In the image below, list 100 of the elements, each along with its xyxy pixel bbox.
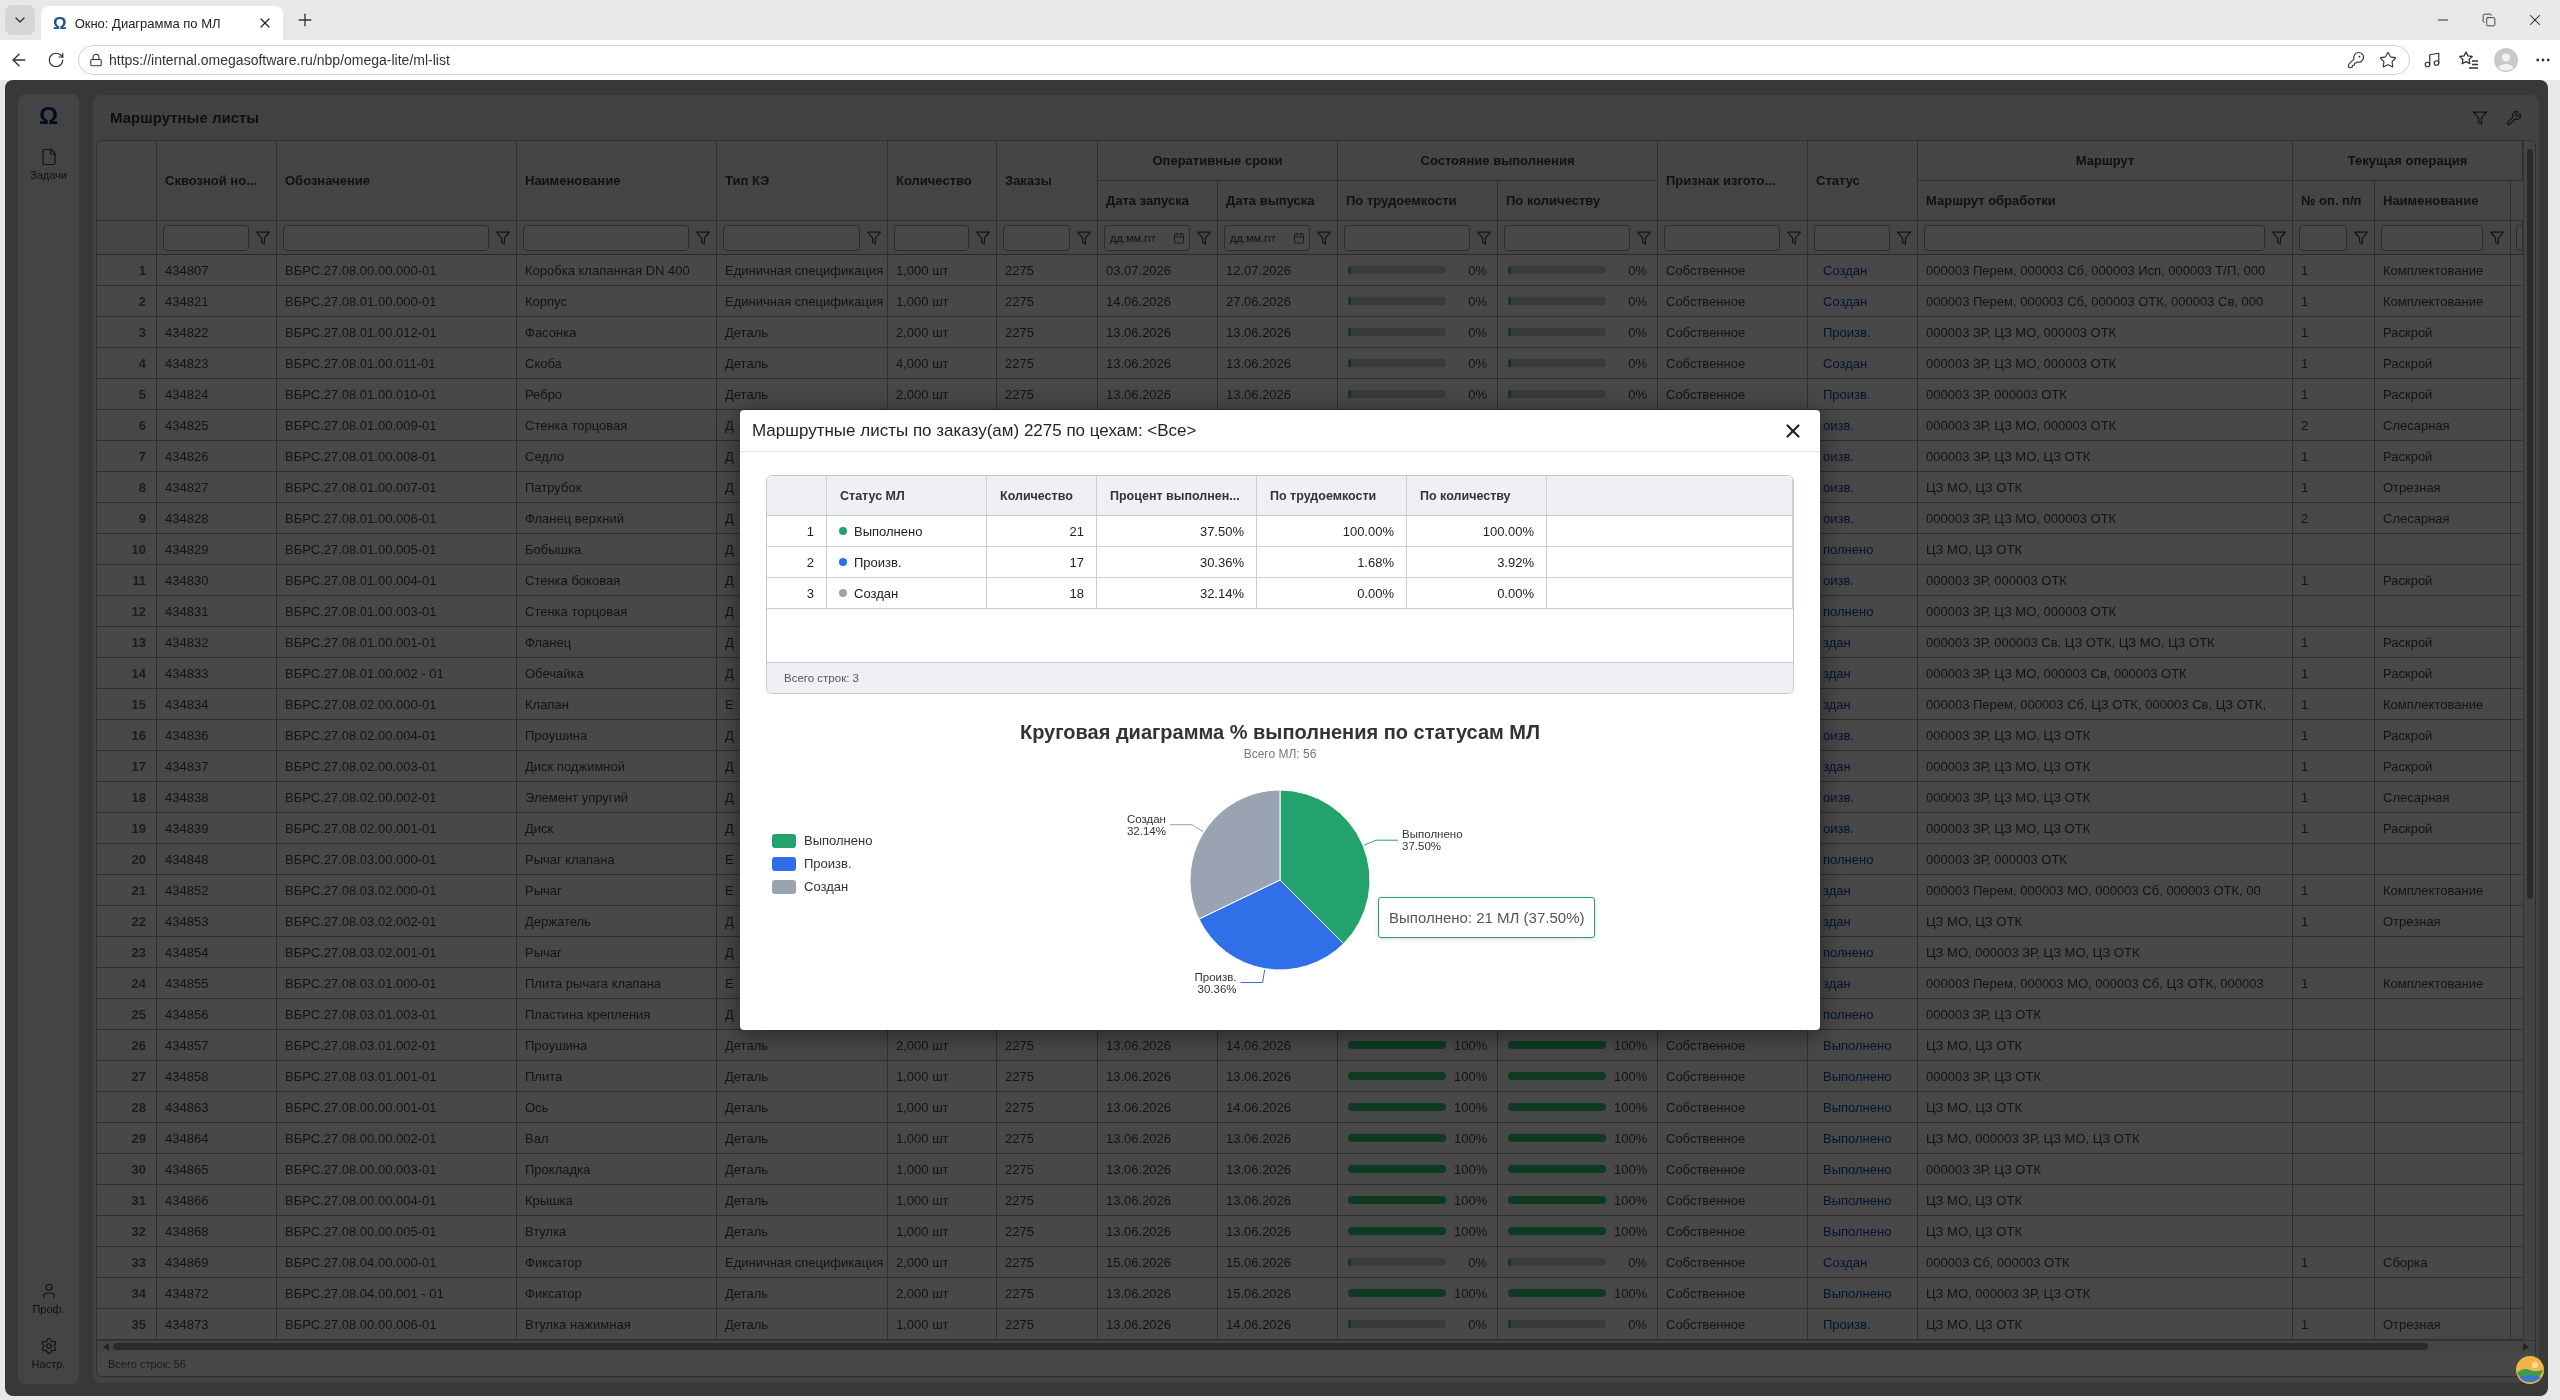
status-link[interactable]: здан — [1823, 975, 1851, 991]
filter-input[interactable] — [523, 224, 689, 251]
app-logo[interactable]: Ω — [38, 102, 59, 130]
triangle-left-icon[interactable] — [103, 1342, 109, 1351]
filter-icon[interactable] — [1317, 230, 1331, 245]
browser-tab[interactable]: Ω Окно: Диаграмма по МЛ — [41, 6, 283, 40]
filter-icon[interactable] — [1897, 230, 1911, 245]
triangle-right-icon[interactable] — [2523, 1342, 2529, 1351]
filter-input[interactable] — [163, 224, 249, 251]
filter-input[interactable] — [1664, 224, 1780, 251]
status-link[interactable]: Выполнено — [1823, 1161, 1892, 1177]
column-header[interactable]: Количество — [987, 476, 1097, 515]
filter-input[interactable] — [1344, 224, 1470, 251]
status-link[interactable]: Создан — [1823, 262, 1868, 278]
pie-slice[interactable] — [1189, 789, 1281, 920]
status-link[interactable]: полнено — [1823, 944, 1874, 960]
status-link[interactable]: полнено — [1823, 851, 1874, 867]
star-list-icon[interactable] — [2459, 51, 2479, 69]
status-link[interactable]: оизв. — [1823, 448, 1854, 464]
status-link[interactable]: оизв. — [1823, 479, 1854, 495]
filter-icon[interactable] — [867, 230, 881, 245]
status-link[interactable]: Выполнено — [1823, 1192, 1892, 1208]
filter-input[interactable] — [1924, 224, 2265, 251]
filter-icon[interactable] — [1787, 230, 1801, 245]
status-link[interactable]: Произв. — [1823, 324, 1871, 340]
filter-icon[interactable] — [696, 230, 710, 245]
status-link[interactable]: полнено — [1823, 603, 1874, 619]
status-link[interactable]: Произв. — [1823, 1316, 1871, 1332]
status-link[interactable]: Создан — [1823, 355, 1868, 371]
filter-input[interactable] — [1814, 224, 1890, 251]
filter-input[interactable] — [723, 224, 860, 251]
restore-icon[interactable] — [2482, 13, 2496, 27]
status-link[interactable]: оизв. — [1823, 417, 1854, 433]
status-link[interactable]: здан — [1823, 696, 1851, 712]
status-link[interactable]: Создан — [1823, 293, 1868, 309]
filter-icon[interactable] — [1637, 230, 1651, 245]
row-count: Всего строк: 3 — [784, 672, 859, 684]
scrollbar-thumb[interactable] — [2526, 149, 2533, 899]
calendar-icon[interactable] — [1173, 231, 1185, 244]
tab-list-button[interactable] — [5, 5, 35, 35]
status-link[interactable]: оизв. — [1823, 727, 1854, 743]
filter-icon[interactable] — [2490, 230, 2504, 245]
status-link[interactable]: оизв. — [1823, 789, 1854, 805]
pie-slice[interactable] — [1198, 879, 1345, 971]
horizontal-scrollbar[interactable] — [97, 1340, 2535, 1352]
avatar-icon[interactable] — [2494, 48, 2518, 72]
filter-icon[interactable] — [2272, 230, 2286, 245]
calendar-icon[interactable] — [1293, 231, 1305, 244]
table-cell: 32.14% — [1097, 578, 1257, 608]
status-link[interactable]: Выполнено — [1823, 1130, 1892, 1146]
slice-value-label: 37.50% — [1402, 840, 1442, 853]
status-link[interactable]: Выполнено — [1823, 1285, 1892, 1301]
key-icon[interactable] — [2347, 51, 2365, 69]
column-header[interactable]: Статус МЛ — [827, 476, 987, 515]
filter-icon[interactable] — [2473, 110, 2487, 125]
status-link[interactable]: Выполнено — [1823, 1099, 1892, 1115]
column-header[interactable]: По количеству — [1407, 476, 1547, 515]
filter-input[interactable] — [2299, 224, 2347, 251]
status-link[interactable]: полнено — [1823, 541, 1874, 557]
status-link[interactable]: оизв. — [1823, 572, 1854, 588]
wrench-icon[interactable] — [2506, 109, 2522, 126]
filter-icon[interactable] — [976, 230, 990, 245]
pie-slice[interactable] — [1279, 789, 1371, 945]
status-link[interactable]: здан — [1823, 634, 1851, 650]
status-link[interactable]: полнено — [1823, 1006, 1874, 1022]
column-header[interactable]: Процент выполнен... — [1097, 476, 1257, 515]
status-link[interactable]: Создан — [1823, 1254, 1868, 1270]
filter-input[interactable] — [283, 224, 489, 251]
status-link[interactable]: оизв. — [1823, 510, 1854, 526]
landscape-icon[interactable] — [2516, 1356, 2544, 1384]
filter-icon[interactable] — [1477, 230, 1491, 245]
filter-icon[interactable] — [496, 230, 510, 245]
star-icon[interactable] — [2379, 51, 2397, 69]
status-link[interactable]: Произв. — [1823, 386, 1871, 402]
reload-icon[interactable] — [47, 51, 65, 69]
filter-icon[interactable] — [256, 230, 270, 245]
column-header[interactable]: По трудоемкости — [1257, 476, 1407, 515]
legend-item[interactable]: Создан — [772, 879, 849, 894]
status-link[interactable]: здан — [1823, 913, 1851, 929]
filter-input[interactable] — [1504, 224, 1630, 251]
filter-icon[interactable] — [1197, 230, 1211, 245]
status-link[interactable]: здан — [1823, 882, 1851, 898]
legend-item[interactable]: Произв. — [772, 856, 852, 871]
filter-input[interactable] — [1003, 224, 1070, 251]
filter-icon[interactable] — [1077, 230, 1091, 245]
table-cell: 100.00% — [1257, 516, 1407, 546]
status-link[interactable]: здан — [1823, 758, 1851, 774]
gear-icon — [39, 1337, 58, 1355]
filter-input[interactable] — [2381, 224, 2483, 251]
filter-input[interactable] — [894, 224, 969, 251]
scrollbar-thumb[interactable] — [113, 1343, 2428, 1350]
status-link[interactable]: оизв. — [1823, 820, 1854, 836]
music-icon[interactable] — [2423, 51, 2441, 69]
status-link[interactable]: Выполнено — [1823, 1068, 1892, 1084]
vertical-scrollbar[interactable] — [2523, 141, 2535, 1340]
status-link[interactable]: здан — [1823, 665, 1851, 681]
status-link[interactable]: Выполнено — [1823, 1223, 1892, 1239]
table-cell: 21 — [987, 516, 1097, 546]
filter-icon[interactable] — [2354, 230, 2368, 245]
status-link[interactable]: Выполнено — [1823, 1037, 1892, 1053]
